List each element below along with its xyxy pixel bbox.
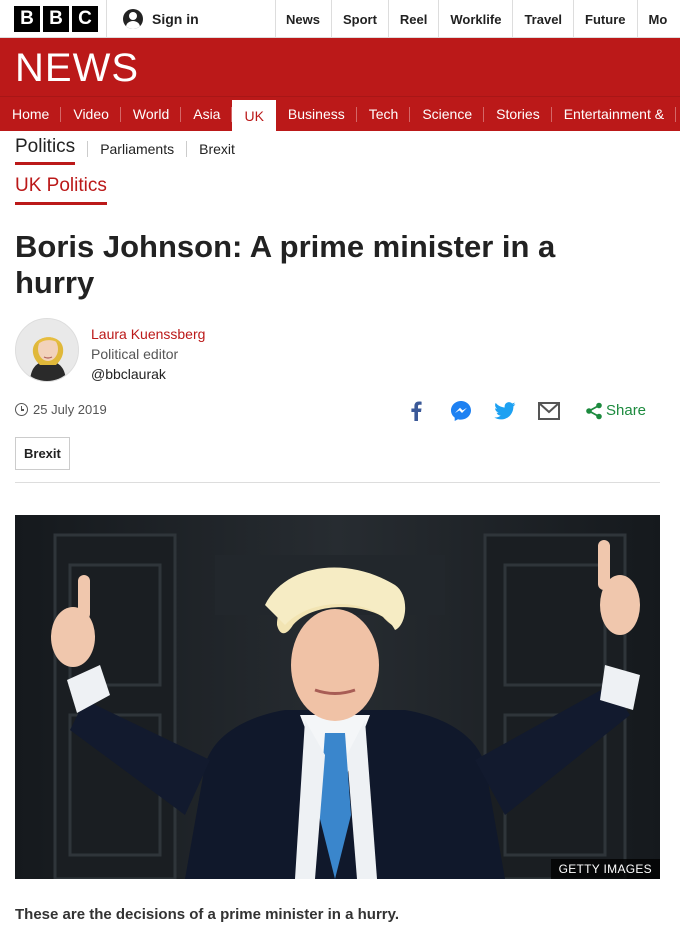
news-logo[interactable]: NEWS [15, 46, 139, 91]
sub-nav: Politics Parliaments Brexit [0, 131, 680, 167]
top-nav-news[interactable]: News [275, 0, 332, 38]
top-nav-future[interactable]: Future [574, 0, 638, 38]
main-nav-uk[interactable]: UK [232, 100, 276, 131]
top-nav: News Sport Reel Worklife Travel Future M… [275, 0, 678, 38]
section-title[interactable]: UK Politics [15, 175, 107, 205]
sub-nav-politics[interactable]: Politics [15, 136, 76, 165]
article-date: 25 July 2019 [15, 402, 107, 417]
main-nav-video[interactable]: Video [61, 97, 121, 131]
author-role: Political editor [91, 346, 179, 362]
top-nav-travel[interactable]: Travel [513, 0, 575, 38]
share-icon[interactable] [581, 398, 607, 424]
top-nav-reel[interactable]: Reel [389, 0, 440, 38]
facebook-icon[interactable] [403, 398, 429, 424]
article-headline: Boris Johnson: A prime minister in a hur… [15, 229, 556, 300]
divider [87, 141, 89, 157]
top-nav-worklife[interactable]: Worklife [439, 0, 514, 38]
author-byline: Laura Kuenssberg Political editor @bbcla… [15, 318, 205, 384]
article-photo [15, 515, 660, 879]
main-nav-home[interactable]: Home [0, 97, 62, 131]
main-nav-world[interactable]: World [121, 97, 182, 131]
top-nav-more[interactable]: Mo [638, 0, 679, 38]
top-bar: B B C Sign in News Sport Reel Worklife T… [0, 0, 680, 38]
sign-in-label: Sign in [152, 11, 199, 27]
sub-nav-brexit[interactable]: Brexit [199, 141, 235, 157]
main-nav-science[interactable]: Science [410, 97, 484, 131]
main-nav-asia[interactable]: Asia [181, 97, 233, 131]
clock-icon [15, 403, 28, 416]
image-credit: GETTY IMAGES [550, 859, 660, 879]
top-nav-sport[interactable]: Sport [332, 0, 389, 38]
author-info: Laura Kuenssberg Political editor @bbcla… [91, 318, 205, 384]
main-nav-uk-label: UK [244, 107, 264, 124]
messenger-icon[interactable] [448, 398, 474, 424]
bbc-logo-letter: B [14, 6, 40, 32]
avatar [15, 318, 79, 382]
divider [186, 141, 188, 157]
user-icon [123, 9, 143, 29]
sign-in-button[interactable]: Sign in [106, 0, 276, 38]
news-banner: NEWS [0, 38, 680, 96]
sub-nav-parliaments[interactable]: Parliaments [100, 141, 174, 157]
divider [15, 482, 660, 483]
main-nav-business[interactable]: Business [276, 97, 357, 131]
article-image: GETTY IMAGES [15, 515, 660, 879]
bbc-logo-letter: C [72, 6, 98, 32]
twitter-icon[interactable] [492, 398, 518, 424]
author-name[interactable]: Laura Kuenssberg [91, 324, 205, 344]
bbc-logo[interactable]: B B C [14, 6, 98, 37]
main-nav-tech[interactable]: Tech [357, 97, 411, 131]
main-nav-entertainment[interactable]: Entertainment & [552, 97, 677, 131]
share-bar: Share [400, 398, 660, 424]
topic-tag-brexit[interactable]: Brexit [15, 437, 70, 470]
main-nav-stories[interactable]: Stories [484, 97, 552, 131]
avatar-portrait [16, 319, 78, 381]
email-icon[interactable] [536, 398, 562, 424]
share-label[interactable]: Share [606, 402, 646, 419]
main-nav: Home Video World Asia UK Business Tech S… [0, 96, 680, 131]
article-date-text: 25 July 2019 [33, 402, 107, 417]
author-handle[interactable]: @bbclaurak [91, 364, 205, 384]
bbc-logo-letter: B [43, 6, 69, 32]
article-intro: These are the decisions of a prime minis… [15, 906, 400, 923]
